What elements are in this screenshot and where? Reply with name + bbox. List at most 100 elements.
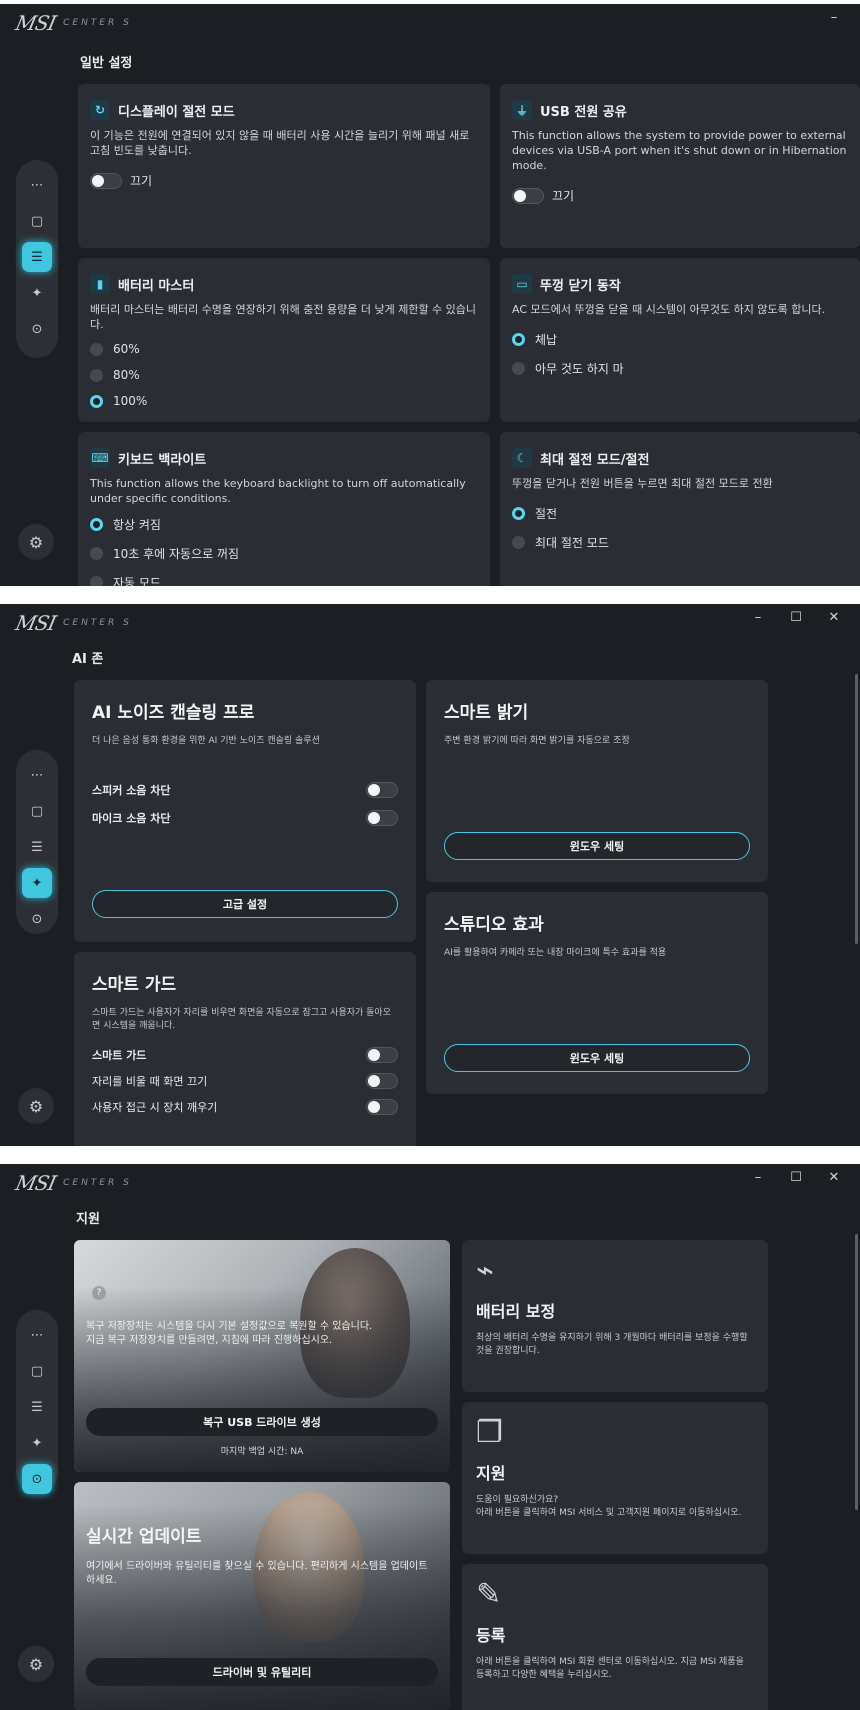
page-title: 일반 설정 xyxy=(80,56,133,71)
device-icon[interactable]: ▢ xyxy=(22,206,52,236)
card-title: 배터리 마스터 xyxy=(118,278,195,294)
create-recovery-usb-button[interactable]: 복구 USB 드라이브 생성 xyxy=(86,1408,438,1436)
card-title: 등록 xyxy=(476,1626,506,1645)
window-settings-button[interactable]: 윈도우 세팅 xyxy=(444,1044,750,1072)
settings-sliders-icon[interactable]: ☰ xyxy=(22,1392,52,1422)
card-title: 최대 절전 모드/절전 xyxy=(540,452,650,468)
lid-close-card: ▭ 뚜껑 닫기 동작 AC 모드에서 뚜껑을 닫을 때 시스템이 아무것도 하지 … xyxy=(500,258,860,422)
window-controls: – ☐ ✕ xyxy=(750,1170,842,1185)
usb-icon: ⏚ xyxy=(512,100,532,120)
support-window: MSI CENTER S – ☐ ✕ 지원 ⋯ ▢ ☰ ✦ ⊙ ⚙ ? 복구 저… xyxy=(0,1164,860,1710)
card-desc: 스마트 가드는 사용자가 자리를 비우면 화면을 자동으로 잠그고 사용자가 돌… xyxy=(92,1008,391,1031)
settings-sliders-icon[interactable]: ☰ xyxy=(22,832,52,862)
window-settings-button[interactable]: 윈도우 세팅 xyxy=(444,832,750,860)
ai-sparkle-icon[interactable]: ✦ xyxy=(22,278,52,308)
radio[interactable] xyxy=(90,368,103,382)
last-backup-text: 마지막 백업 시간: NA xyxy=(220,1447,304,1457)
battery-option-60[interactable]: 60% xyxy=(90,342,478,356)
live-update-title: 실시간 업데이트 xyxy=(86,1527,202,1547)
device-icon[interactable]: ▢ xyxy=(22,796,52,826)
apps-icon[interactable]: ⋯ xyxy=(22,760,52,790)
scrollbar[interactable] xyxy=(855,1234,858,1510)
speaker-noise-toggle[interactable] xyxy=(366,782,398,798)
card-title: 뚜껑 닫기 동작 xyxy=(540,278,621,294)
drivers-utilities-button[interactable]: 드라이버 및 유틸리티 xyxy=(86,1658,438,1686)
wake-device-toggle[interactable] xyxy=(366,1099,398,1115)
card-title: 키보드 백라이트 xyxy=(118,452,207,468)
settings-gear-icon[interactable]: ⚙ xyxy=(18,1088,54,1124)
radio-selected[interactable] xyxy=(512,507,525,520)
radio[interactable] xyxy=(512,362,525,375)
advanced-settings-button[interactable]: 고급 설정 xyxy=(92,890,398,918)
battery-option-80[interactable]: 80% xyxy=(90,368,478,382)
card-desc: This function allows the system to provi… xyxy=(512,129,847,172)
battery-option-100[interactable]: 100% xyxy=(90,394,478,408)
radio[interactable] xyxy=(90,342,103,356)
refresh-icon: ↻ xyxy=(90,100,110,120)
close-button[interactable]: ✕ xyxy=(826,1170,842,1185)
card-title: USB 전원 공유 xyxy=(540,104,627,120)
keyboard-backlight-card: ⌨ 키보드 백라이트 This function allows the keybo… xyxy=(78,432,490,586)
maximize-button[interactable]: ☐ xyxy=(788,1170,804,1185)
settings-gear-icon[interactable]: ⚙ xyxy=(18,524,54,560)
minimize-button[interactable]: – xyxy=(750,610,766,625)
smart-guard-toggle[interactable] xyxy=(366,1047,398,1063)
support-icon[interactable]: ⊙ xyxy=(22,904,52,934)
screen-off-toggle[interactable] xyxy=(366,1073,398,1089)
kb-option-0[interactable]: 항상 켜짐 xyxy=(90,516,478,533)
sleep-option-0[interactable]: 절전 xyxy=(512,505,848,522)
battery-icon: ▮ xyxy=(90,274,110,294)
mic-noise-toggle[interactable] xyxy=(366,810,398,826)
apps-icon[interactable]: ⋯ xyxy=(22,170,52,200)
radio-selected[interactable] xyxy=(90,518,103,531)
window-controls: – xyxy=(826,10,842,25)
recovery-desc: 복구 저장장치는 시스템을 다시 기본 설정값으로 복원할 수 있습니다. 지금… xyxy=(86,1321,373,1346)
battery-bolt-icon: ⌁ xyxy=(476,1253,495,1288)
display-power-toggle[interactable] xyxy=(90,172,122,189)
maximize-button[interactable]: ☐ xyxy=(788,610,804,625)
lid-option-0[interactable]: 체납 xyxy=(512,331,848,348)
row-label: 자리를 비울 때 화면 끄기 xyxy=(92,1075,208,1088)
kb-option-2[interactable]: 자동 모드 xyxy=(90,574,478,586)
minimize-button[interactable]: – xyxy=(826,10,842,25)
live-update-desc: 여기에서 드라이버와 유틸리티를 찾으실 수 있습니다. 편리하게 시스템을 업… xyxy=(86,1561,428,1586)
msi-center-logo: MSI CENTER S xyxy=(13,1171,132,1195)
lid-option-1[interactable]: 아무 것도 하지 마 xyxy=(512,360,848,377)
ai-sparkle-icon[interactable]: ✦ xyxy=(22,1428,52,1458)
ai-zone-window: MSI CENTER S – ☐ ✕ AI 존 ⋯ ▢ ☰ ✦ ⊙ ⚙ AI 노… xyxy=(0,604,860,1146)
sleep-option-1[interactable]: 최대 절전 모드 xyxy=(512,534,848,551)
card-desc: 최상의 배터리 수명을 유지하기 위해 3 개월마다 배터리를 보정을 수행할 … xyxy=(476,1333,748,1356)
card-desc: 배터리 마스터는 배터리 수명을 연장하기 위해 충전 용량을 더 낮게 제한할… xyxy=(90,303,477,331)
usb-power-toggle[interactable] xyxy=(512,187,544,204)
card-desc: This function allows the keyboard backli… xyxy=(90,477,466,505)
settings-sliders-icon[interactable]: ☰ xyxy=(22,242,52,272)
card-title: 스마트 밝기 xyxy=(444,703,529,723)
radio[interactable] xyxy=(90,547,103,560)
help-icon[interactable]: ? xyxy=(92,1286,106,1300)
support-icon[interactable]: ⊙ xyxy=(22,1464,52,1494)
card-title: 스마트 가드 xyxy=(92,975,177,995)
register-card[interactable]: ✎ 등록 아래 버튼을 클릭하여 MSI 회원 센터로 이동하십시오. 지금 M… xyxy=(462,1564,768,1710)
support-icon[interactable]: ⊙ xyxy=(22,314,52,344)
settings-gear-icon[interactable]: ⚙ xyxy=(18,1646,54,1682)
minimize-button[interactable]: – xyxy=(750,1170,766,1185)
device-icon[interactable]: ▢ xyxy=(22,1356,52,1386)
card-desc: AI를 활용하여 카메라 또는 내장 마이크에 특수 효과를 적용 xyxy=(444,948,667,958)
ai-sparkle-icon[interactable]: ✦ xyxy=(22,868,52,898)
radio[interactable] xyxy=(512,536,525,549)
radio-selected[interactable] xyxy=(90,394,103,408)
window-controls: – ☐ ✕ xyxy=(750,610,842,625)
row-label: 스마트 가드 xyxy=(92,1049,147,1062)
apps-icon[interactable]: ⋯ xyxy=(22,1320,52,1350)
radio-selected[interactable] xyxy=(512,333,525,346)
close-button[interactable]: ✕ xyxy=(826,610,842,625)
support-card[interactable]: ❐ 지원 도움이 필요하신가요? 아래 버튼을 클릭하여 MSI 서비스 및 고… xyxy=(462,1402,768,1554)
card-desc: 뚜껑을 닫거나 전원 버튼을 누르면 최대 절전 모드로 전환 xyxy=(512,477,773,490)
scrollbar[interactable] xyxy=(855,674,858,944)
card-title: 스튜디오 효과 xyxy=(444,915,544,935)
battery-master-card: ▮ 배터리 마스터 배터리 마스터는 배터리 수명을 연장하기 위해 충전 용량을… xyxy=(78,258,490,422)
photo-overlay xyxy=(74,1240,450,1472)
moon-icon: ☾ xyxy=(512,448,532,468)
radio[interactable] xyxy=(90,576,103,586)
kb-option-1[interactable]: 10초 후에 자동으로 꺼짐 xyxy=(90,545,478,562)
